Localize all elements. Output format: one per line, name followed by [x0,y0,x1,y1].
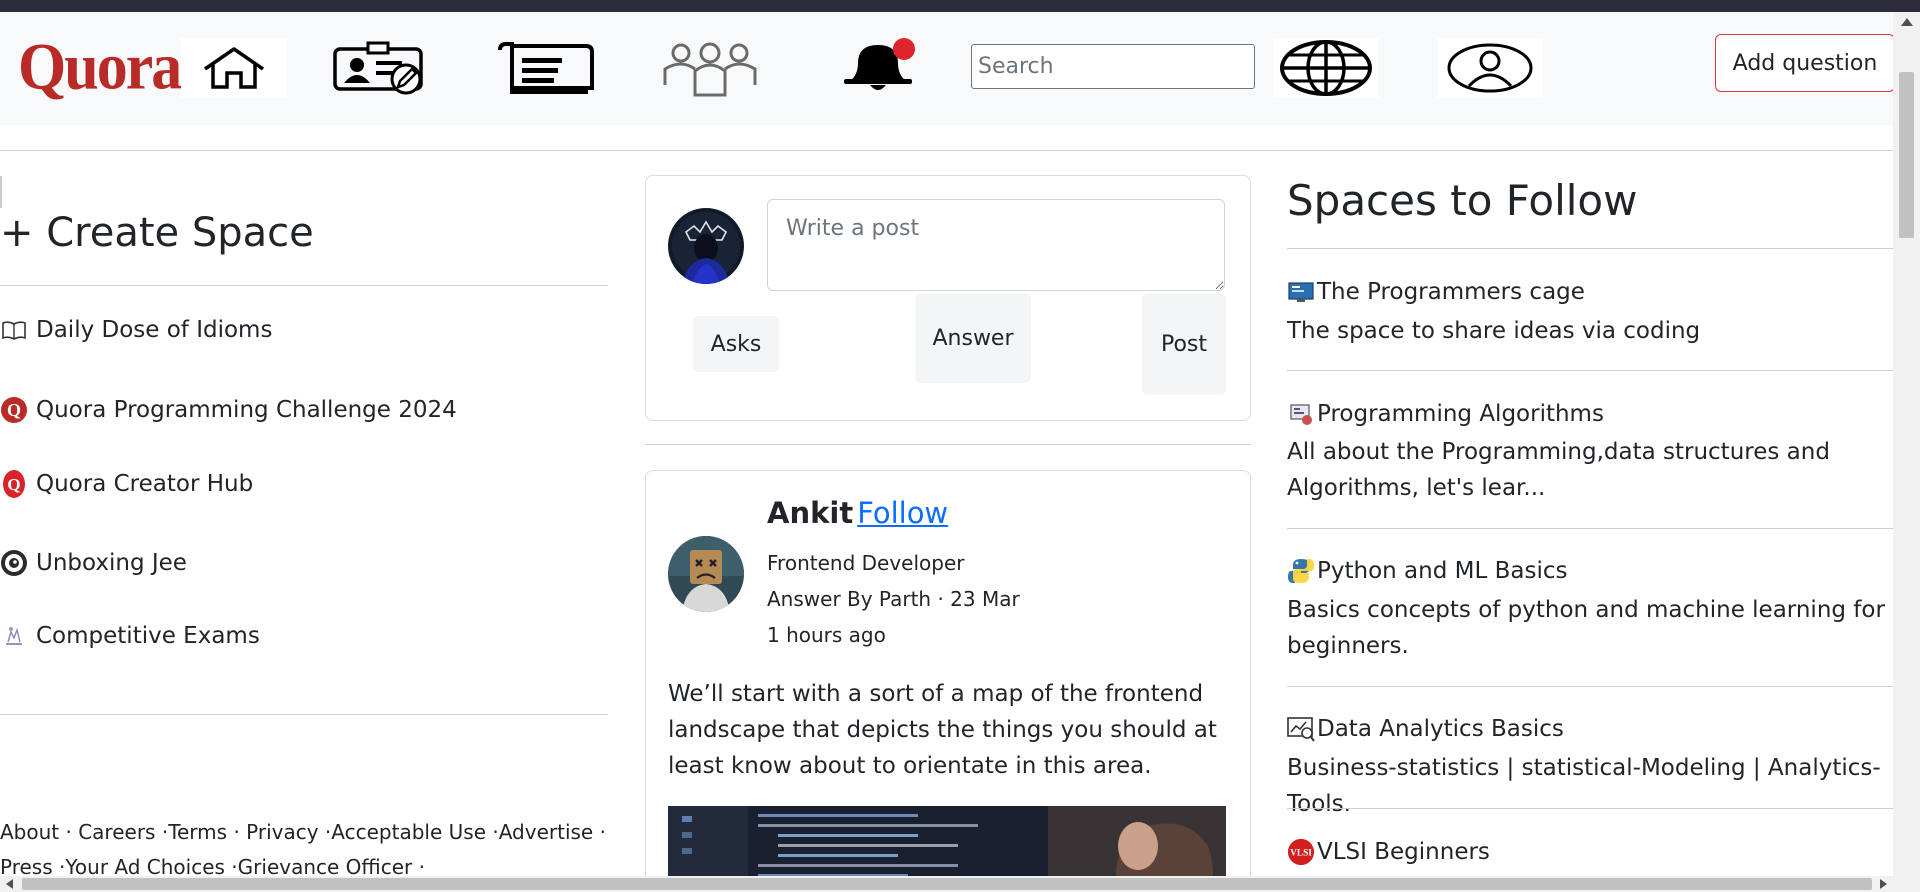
globe-icon[interactable] [1274,38,1378,98]
spaces-divider [1287,248,1895,249]
space-the-programmers-cage[interactable]: The Programmers cage [1287,278,1585,306]
space-vlsi-beginners[interactable]: VLSI VLSI Beginners [1287,838,1490,866]
footer-link-careers[interactable]: Careers · [78,820,168,844]
quora-q-icon: Q [0,470,28,498]
sidebar-item-label: Unboxing Jee [36,550,187,576]
spaces-divider [1287,808,1895,809]
sidebar-item-label: Quora Creator Hub [36,471,254,497]
author-role: Frontend Developer [767,551,965,575]
vlsi-icon: VLSI [1287,838,1315,866]
space-name: VLSI Beginners [1317,839,1490,865]
horizontal-scroll-thumb[interactable] [22,878,1872,890]
quora-q-icon: Q [0,396,28,424]
sidebar-item-quora-programming-challenge[interactable]: Q Quora Programming Challenge 2024 [0,396,457,424]
spaces-divider [1287,370,1895,371]
follow-link[interactable]: Follow [857,496,948,530]
add-question-button[interactable]: Add question [1715,34,1895,92]
eye-icon [0,549,28,577]
spaces-divider [1287,686,1895,687]
footer-link-about[interactable]: About · [0,820,78,844]
footer-links-row-1: About · Careers ·Terms · Privacy ·Accept… [0,820,606,844]
spaces-group-icon[interactable] [655,38,765,98]
space-programming-algorithms[interactable]: Programming Algorithms [1287,400,1604,428]
browser-top-strip [0,0,1920,12]
space-description: All about the Programming,data structure… [1287,439,1830,501]
create-space-button[interactable]: + Create Space [0,210,314,256]
space-description: Business-statistics | statistical-Modeli… [1287,755,1881,817]
left-edge-mark [0,176,2,208]
search-input[interactable] [971,44,1255,89]
following-feed-icon[interactable] [492,38,600,98]
spaces-divider [1287,528,1895,529]
sidebar-item-label: Daily Dose of Idioms [36,317,273,343]
vlsi-badge-text: VLSI [1290,849,1312,859]
sidebar-item-unboxing-jee[interactable]: Unboxing Jee [0,549,187,577]
scroll-up-arrow-icon[interactable] [1901,18,1913,26]
space-python-and-ml-basics[interactable]: Python and ML Basics [1287,557,1567,585]
horizontal-scrollbar[interactable] [0,876,1893,892]
user-avatar[interactable] [668,208,744,284]
scroll-right-arrow-icon[interactable] [1880,879,1887,889]
feed-divider [645,444,1251,445]
sidebar-item-label: Competitive Exams [36,623,260,649]
space-name: Python and ML Basics [1317,558,1568,584]
post-author: Ankit Follow [767,496,948,530]
notification-bell-icon[interactable] [828,38,928,98]
navbar-divider [0,150,1893,151]
python-icon [1287,557,1315,585]
scroll-left-arrow-icon[interactable] [6,879,13,889]
space-name: The Programmers cage [1317,279,1585,305]
post-time: 1 hours ago [767,623,886,647]
home-icon[interactable] [181,38,287,98]
svg-text:Q: Q [7,400,21,420]
book-icon [0,316,28,344]
analytics-icon [1287,715,1315,743]
write-post-input[interactable] [767,199,1225,291]
profile-edit-icon[interactable] [330,38,432,98]
sidebar-divider [0,714,608,715]
sidebar-divider [0,285,608,286]
vertical-scrollbar[interactable] [1893,12,1920,892]
sidebar-item-label: Quora Programming Challenge 2024 [36,397,457,423]
asks-button[interactable]: Asks [693,316,779,372]
space-name: Data Analytics Basics [1317,716,1564,742]
footer-link-terms[interactable]: Terms · [168,820,246,844]
space-name: Programming Algorithms [1317,401,1604,427]
author-name[interactable]: Ankit [767,496,853,530]
footer-link-advertise[interactable]: Advertise · [499,820,606,844]
post-button[interactable]: Post [1142,293,1226,395]
vertical-scroll-thumb[interactable] [1899,72,1914,238]
exam-icon [0,622,28,650]
sidebar-item-competitive-exams[interactable]: Competitive Exams [0,622,260,650]
monitor-code-icon [1287,278,1315,306]
algorithm-icon [1287,400,1315,428]
post-body-text: We’ll start with a sort of a map of the … [668,681,1217,779]
navbar: Quora Search Add question [0,12,1895,125]
footer-link-acceptable-use[interactable]: Acceptable Use · [331,820,498,844]
space-description: The space to share ideas via coding [1287,318,1701,344]
sidebar-item-quora-creator-hub[interactable]: Q Quora Creator Hub [0,470,253,498]
space-description: Basics concepts of python and machine le… [1287,597,1885,659]
user-icon[interactable] [1438,38,1542,98]
author-avatar[interactable] [668,536,744,612]
space-data-analytics-basics[interactable]: Data Analytics Basics [1287,715,1564,743]
quora-logo[interactable]: Quora [18,29,182,106]
footer-link-privacy[interactable]: Privacy · [246,820,331,844]
answer-button[interactable]: Answer [915,293,1031,383]
svg-text:Q: Q [7,475,20,494]
answer-by-line: Answer By Parth · 23 Mar [767,587,1020,611]
sidebar-item-daily-dose-of-idioms[interactable]: Daily Dose of Idioms [0,316,272,344]
spaces-to-follow-title: Spaces to Follow [1287,176,1638,225]
